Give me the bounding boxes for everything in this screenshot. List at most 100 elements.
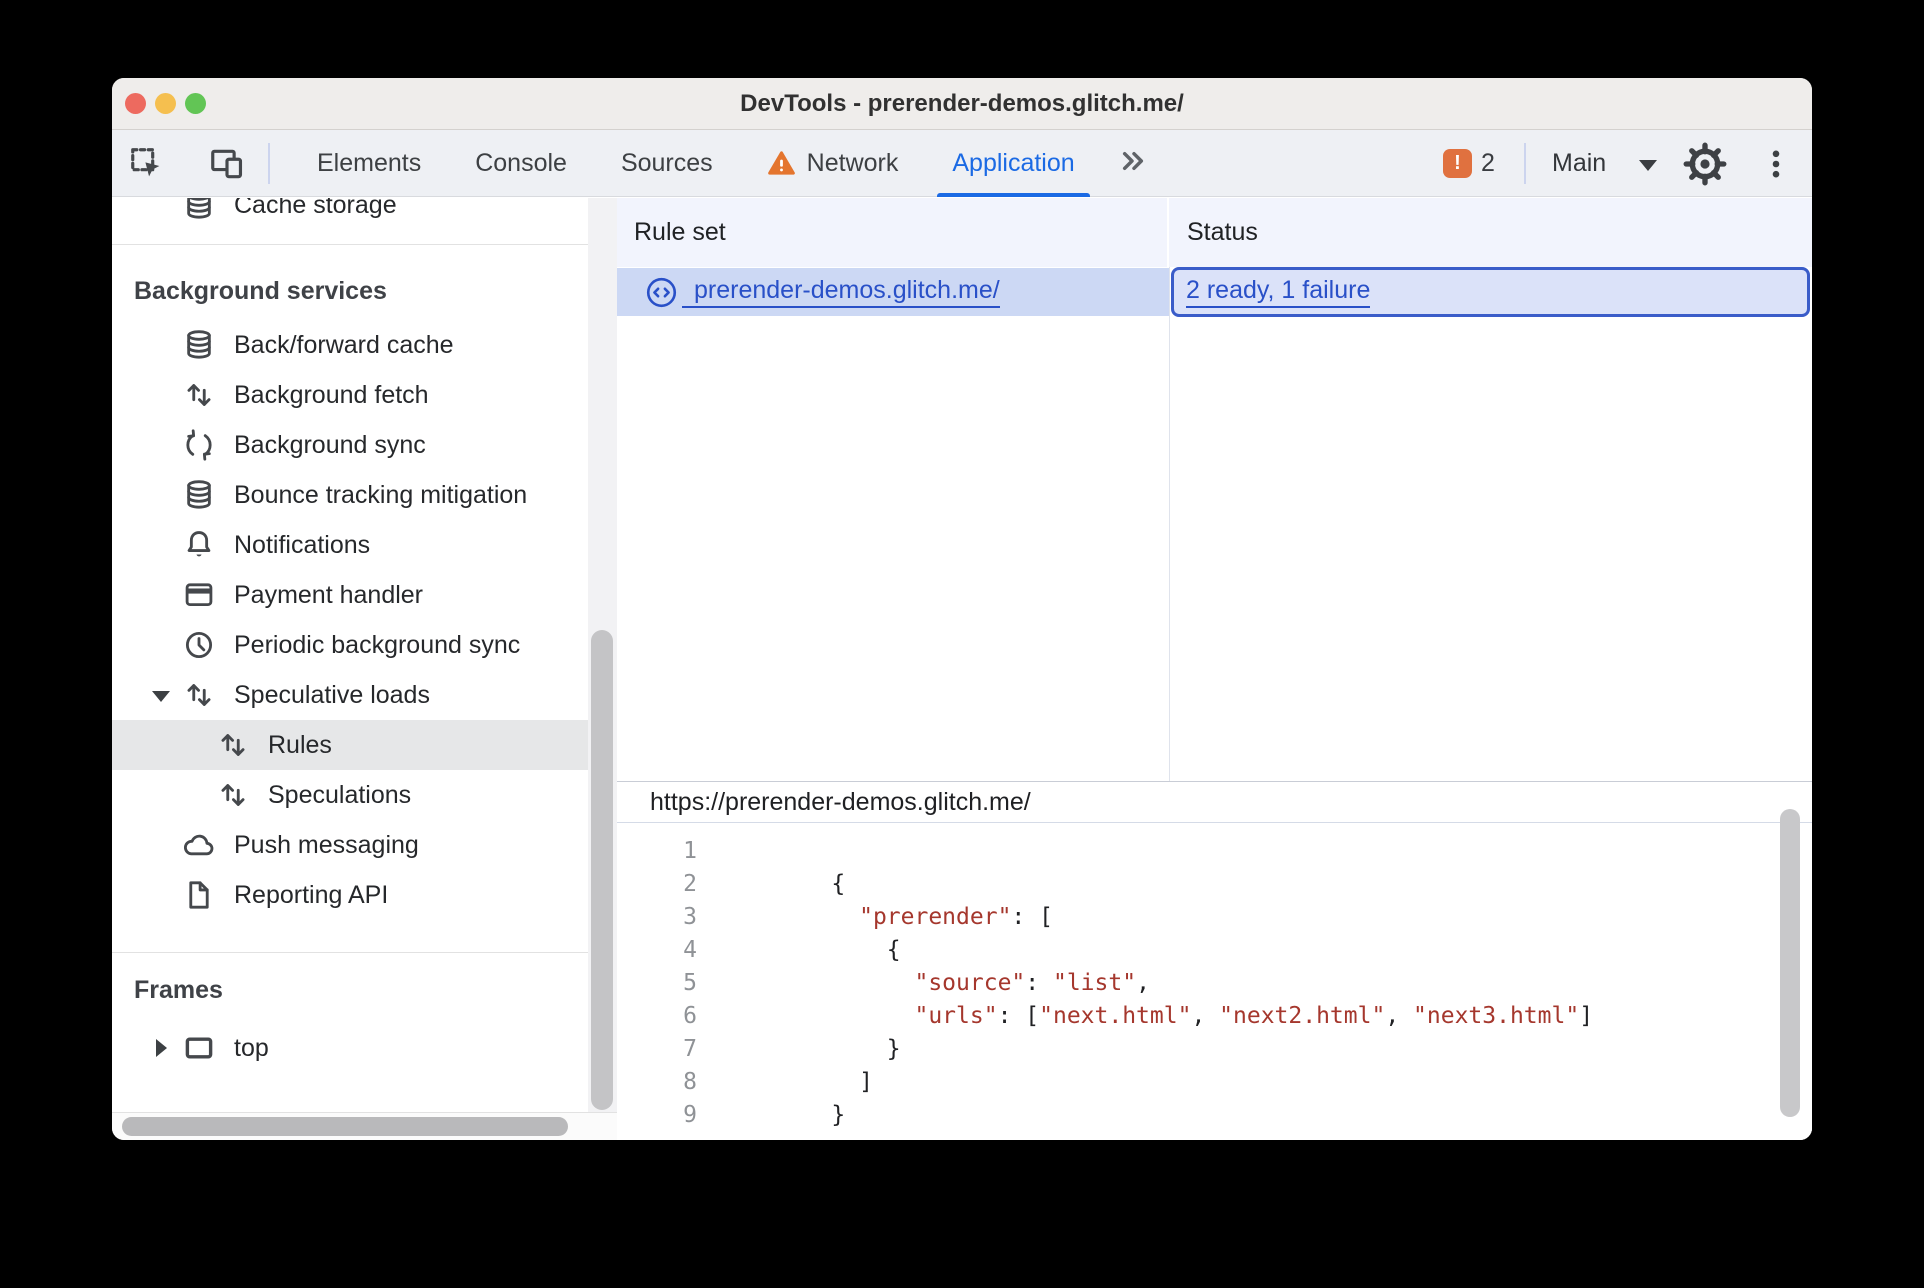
devtools-toolbar: Elements Console Sources Network Application…	[112, 130, 1812, 197]
sidebar-item-label: Speculations	[268, 781, 412, 809]
tab-label: Network	[806, 149, 899, 177]
tab-elements[interactable]: Elements	[290, 130, 448, 197]
database-icon	[182, 328, 216, 362]
double-chevron-icon	[1118, 145, 1150, 182]
code-line-text: ]	[776, 1069, 873, 1095]
status-link[interactable]: 2 ready, 1 failure	[1186, 276, 1371, 308]
code-line: 2 {	[617, 868, 1812, 901]
code-line-text: "prerender": [	[859, 904, 1053, 930]
sidebar-item-top[interactable]: top	[112, 1023, 588, 1073]
sidebar-item-reporting-api[interactable]: Reporting API	[112, 870, 588, 920]
sidebar-item-payment-handler[interactable]: Payment handler	[112, 570, 588, 620]
code-line: 1	[617, 835, 1812, 868]
tab-sources[interactable]: Sources	[594, 130, 740, 197]
code-line-text: {	[776, 871, 846, 897]
sidebar-item-speculations[interactable]: Speculations	[112, 770, 588, 820]
sidebar-item-label: Notifications	[234, 531, 371, 559]
code-scrollbar-thumb[interactable]	[1780, 809, 1800, 1117]
sidebar-item-periodic-background-sync[interactable]: Periodic background sync	[112, 620, 588, 670]
line-number: 4	[683, 937, 697, 963]
sidebar-item-label: Payment handler	[234, 581, 424, 609]
sidebar-item-background-sync[interactable]: Background sync	[112, 420, 588, 470]
target-selector[interactable]: Main	[1552, 130, 1606, 197]
application-sidebar: Cache storage Background services Back/for…	[112, 198, 588, 1112]
code-editor[interactable]: 12 {3 "prerender": [4 {5 "source": "list…	[617, 824, 1812, 1140]
updown-icon	[182, 378, 216, 412]
sidebar-item-background-fetch[interactable]: Background fetch	[112, 370, 588, 420]
updown-icon	[182, 678, 216, 712]
rule-set-row[interactable]: prerender-demos.glitch.me/ 2 ready, 1 fa…	[617, 267, 1812, 317]
sidebar-item-label: top	[234, 1034, 269, 1062]
scrollbar-thumb[interactable]	[122, 1117, 568, 1136]
sidebar-item-bounce-tracking-mitigation[interactable]: Bounce tracking mitigation	[112, 470, 588, 520]
more-panels-button[interactable]	[1102, 130, 1166, 197]
line-number: 1	[683, 838, 697, 864]
rule-set-cell[interactable]: prerender-demos.glitch.me/	[617, 268, 1169, 316]
speculative-loads-panel: Rule set Status prerender-demos.glitch.m…	[617, 198, 1812, 1140]
tab-label: Console	[475, 149, 567, 177]
sidebar-horizontal-scrollbar[interactable]	[112, 1112, 617, 1140]
sidebar-section-title-frames: Frames	[134, 976, 223, 1004]
tab-console[interactable]: Console	[448, 130, 594, 197]
rules-table-header: Rule set Status	[617, 198, 1812, 267]
rule-set-preview: https://prerender-demos.glitch.me/ 12 {3…	[617, 781, 1812, 1140]
scrollbar-thumb[interactable]	[591, 630, 613, 1110]
line-number: 2	[683, 871, 697, 897]
close-window-button[interactable]	[125, 93, 146, 114]
panel-tabs: Elements Console Sources Network Application	[290, 130, 1166, 197]
warning-triangle-icon	[767, 149, 796, 178]
line-number: 3	[683, 904, 697, 930]
sidebar-vertical-scrollbar[interactable]	[588, 198, 617, 1112]
gear-icon[interactable]	[1682, 141, 1728, 187]
sidebar-item-rules[interactable]: Rules	[112, 720, 588, 770]
sidebar-item-speculative-loads[interactable]: Speculative loads	[112, 670, 588, 720]
sidebar-item-back-forward-cache[interactable]: Back/forward cache	[112, 320, 588, 370]
expander-closed-icon[interactable]	[156, 1039, 167, 1057]
tab-application[interactable]: Application	[925, 130, 1101, 197]
updown-icon	[216, 778, 250, 812]
code-line: 9 }	[617, 1099, 1812, 1132]
code-line-text: {	[776, 937, 901, 963]
line-number: 7	[683, 1036, 697, 1062]
frame-icon	[182, 1031, 216, 1065]
sidebar-section-divider	[112, 952, 588, 953]
devtools-window: DevTools - prerender-demos.glitch.me/ El…	[112, 78, 1812, 1140]
issues-count[interactable]: 2	[1481, 130, 1495, 197]
code-line: 6 "urls": ["next.html", "next2.html", "n…	[617, 1000, 1812, 1033]
tab-network[interactable]: Network	[740, 130, 926, 197]
caret-down-icon[interactable]	[1639, 160, 1657, 171]
code-line: 5 "source": "list",	[617, 967, 1812, 1000]
database-icon	[182, 198, 216, 222]
sidebar-section-divider	[112, 244, 588, 245]
cloud-icon	[182, 828, 216, 862]
line-number: 9	[683, 1102, 697, 1128]
expander-open-icon[interactable]	[152, 691, 170, 702]
kebab-menu-icon[interactable]	[1758, 146, 1794, 182]
sidebar-item-push-messaging[interactable]: Push messaging	[112, 820, 588, 870]
sidebar-item-notifications[interactable]: Notifications	[112, 520, 588, 570]
column-header-rule-set[interactable]: Rule set	[617, 198, 1169, 267]
sidebar-item-label: Background sync	[234, 431, 426, 459]
sidebar-item-cache-storage[interactable]: Cache storage	[112, 198, 588, 230]
status-cell[interactable]: 2 ready, 1 failure	[1171, 267, 1810, 317]
sidebar-item-label: Bounce tracking mitigation	[234, 481, 528, 509]
device-toolbar-icon[interactable]	[208, 145, 246, 183]
bell-icon	[182, 528, 216, 562]
column-header-status[interactable]: Status	[1171, 198, 1812, 267]
code-line-text: "urls": ["next.html", "next2.html", "nex…	[914, 1003, 1594, 1029]
updown-icon	[216, 728, 250, 762]
sidebar-section-title-background-services: Background services	[134, 277, 387, 305]
document-icon	[182, 878, 216, 912]
zoom-window-button[interactable]	[185, 93, 206, 114]
titlebar: DevTools - prerender-demos.glitch.me/	[112, 78, 1812, 130]
tab-label: Application	[952, 149, 1075, 177]
line-number: 5	[683, 970, 697, 996]
issues-badge-icon[interactable]: !	[1443, 149, 1472, 178]
sidebar-item-label: Background fetch	[234, 381, 429, 409]
inspect-element-icon[interactable]	[128, 145, 166, 183]
sidebar-item-label: Reporting API	[234, 881, 389, 909]
rule-set-source-url: https://prerender-demos.glitch.me/	[617, 782, 1812, 823]
minimize-window-button[interactable]	[155, 93, 176, 114]
code-line: 4 {	[617, 934, 1812, 967]
rule-set-link[interactable]: prerender-demos.glitch.me/	[682, 276, 1000, 308]
